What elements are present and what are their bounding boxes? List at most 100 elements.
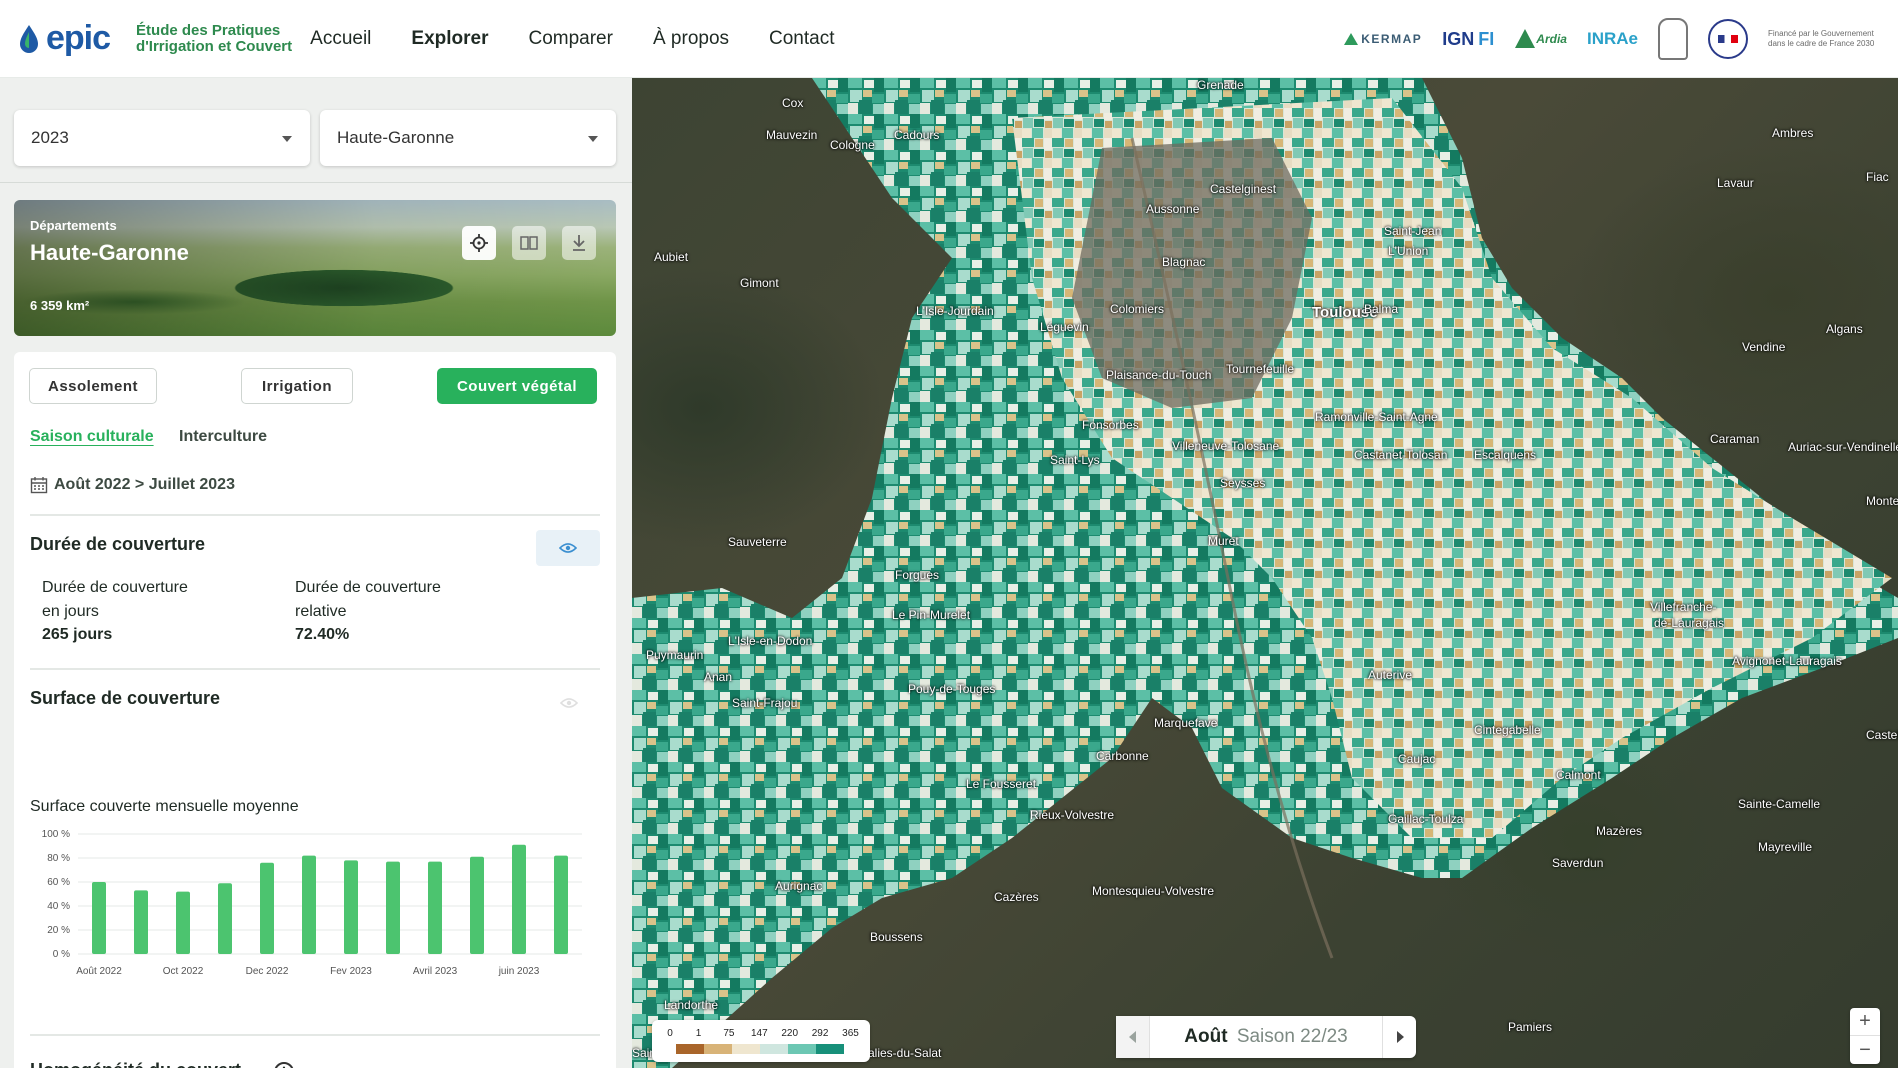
subtab-saison-culturale[interactable]: Saison culturale	[30, 428, 154, 446]
map-place-label: Lavaur	[1717, 176, 1754, 190]
info-book-button[interactable]	[512, 226, 546, 260]
previous-month-button[interactable]	[1116, 1016, 1150, 1058]
map-place-label: Caujac	[1398, 752, 1436, 766]
map-place-label: Castelginest	[1210, 182, 1277, 196]
crosshair-icon	[470, 234, 488, 252]
map-place-label: Auterive	[1368, 668, 1413, 682]
nav-comparer[interactable]: Comparer	[528, 28, 612, 50]
chart-bar[interactable]	[260, 862, 274, 954]
legend-tick: 292	[811, 1028, 829, 1039]
legend-tick: 0	[667, 1028, 673, 1039]
info-icon[interactable]: i	[274, 1062, 294, 1068]
map-place-label: Salies-du-Salat	[860, 1046, 942, 1060]
y-tick-label: 40 %	[47, 901, 70, 912]
map-place-label: L'Isle-Jourdain	[916, 304, 994, 318]
university-seal-logo	[1658, 18, 1688, 60]
map-place-label: Castanet-Tolosan	[1354, 448, 1448, 462]
map-place-label: Sauveterre	[728, 535, 787, 549]
chart-bar[interactable]	[512, 844, 526, 954]
tab-irrigation[interactable]: Irrigation	[241, 368, 353, 404]
epic-logo[interactable]: epic	[18, 19, 111, 58]
chart-bar[interactable]	[344, 860, 358, 954]
download-button[interactable]	[562, 226, 596, 260]
map-place-label: Le Pin-Murelet	[892, 608, 971, 622]
tree-mark-icon	[1515, 29, 1536, 48]
map-place-label: Marquefave	[1154, 716, 1218, 730]
zoom-control: + −	[1850, 1008, 1880, 1064]
eye-icon[interactable]	[560, 1064, 578, 1068]
chart-bar[interactable]	[470, 856, 484, 954]
divider	[0, 182, 632, 183]
year-select[interactable]: 2023	[14, 110, 310, 166]
locate-button[interactable]	[462, 226, 496, 260]
nav-explorer[interactable]: Explorer	[411, 28, 488, 50]
chart-bar[interactable]	[554, 855, 568, 954]
tab-couvert-vegetal[interactable]: Couvert végétal	[437, 368, 597, 404]
map-view[interactable]: Grenade Cox Mauvezin Cologne Cadours Ambres La…	[632, 78, 1898, 1068]
hero-area: 6 359 km²	[30, 298, 90, 313]
funding-line-2: dans le cadre de France 2030	[1768, 39, 1875, 48]
chart-bar[interactable]	[428, 861, 442, 954]
map-place-label: Sainte-Camelle	[1738, 797, 1821, 811]
chevron-right-icon	[1396, 1031, 1404, 1043]
chart-bar[interactable]	[218, 883, 232, 954]
zoom-out-button[interactable]: −	[1850, 1036, 1880, 1064]
map-place-label: Léguevin	[1040, 320, 1089, 334]
map-place-label: Blagnac	[1162, 255, 1206, 269]
map-place-label: Tournefeuille	[1226, 362, 1295, 376]
zoom-in-button[interactable]: +	[1850, 1008, 1880, 1036]
legend-color-swatch	[732, 1044, 760, 1054]
map-place-label: Cadours	[894, 128, 940, 142]
legend-tick: 220	[781, 1028, 799, 1039]
department-select-value: Haute-Garonne	[337, 128, 455, 147]
legend-color-swatch	[676, 1044, 704, 1054]
coverage-map-layer	[632, 78, 1898, 1068]
divider	[30, 668, 600, 670]
map-place-label: Villefranche-	[1650, 600, 1717, 614]
chart-bar[interactable]	[386, 861, 400, 954]
duree-visibility-button[interactable]	[536, 530, 600, 566]
legend-tick: 1	[695, 1028, 702, 1039]
tagline-line-2: d'Irrigation et Couvert	[136, 37, 293, 55]
map-place-label: Villeneuve-Tolosane	[1172, 439, 1280, 453]
nav-contact[interactable]: Contact	[769, 28, 834, 50]
chart-bar[interactable]	[176, 891, 190, 954]
chevron-down-icon	[282, 136, 292, 142]
chart-bar[interactable]	[302, 855, 316, 954]
duree-relative-label: Durée de couverture relative	[295, 579, 441, 620]
book-icon	[520, 236, 538, 250]
legend-tick: 75	[723, 1028, 735, 1039]
map-place-label: Avignonet-Lauragais	[1732, 654, 1842, 668]
nav-accueil[interactable]: Accueil	[310, 28, 371, 50]
hero-title: Haute-Garonne	[30, 240, 189, 265]
map-place-label: Mauvezin	[766, 128, 818, 142]
chart-bar[interactable]	[134, 890, 148, 954]
map-place-label: Castelnaudary	[1866, 728, 1898, 742]
subtab-interculture[interactable]: Interculture	[179, 428, 267, 446]
eye-icon[interactable]	[560, 694, 578, 712]
map-place-label: Muret	[1208, 534, 1239, 548]
legend-color-swatch	[816, 1044, 844, 1054]
department-select[interactable]: Haute-Garonne	[320, 110, 616, 166]
map-place-label: Ramonville-Saint-Agne	[1315, 410, 1438, 424]
seal-icon	[1658, 18, 1688, 60]
nav-a-propos[interactable]: À propos	[653, 28, 729, 50]
chart-bar[interactable]	[92, 882, 106, 954]
ign-fi-text: FI	[1478, 28, 1495, 49]
duree-days-value: 265 jours	[42, 626, 113, 643]
season-month: Août	[1184, 1026, 1228, 1047]
legend-color-swatch	[788, 1044, 816, 1054]
season-year: Saison 22/23	[1236, 1026, 1348, 1047]
map-place-label: Escalquens	[1474, 448, 1537, 462]
map-place-label: L'Isle-en-Dodon	[728, 634, 813, 648]
ign-text: IGN	[1442, 28, 1475, 49]
map-place-label: Cox	[782, 96, 804, 110]
tab-assolement[interactable]: Assolement	[29, 368, 157, 404]
legend-color-ramp	[676, 1044, 844, 1054]
map-place-label: Colomiers	[1110, 302, 1165, 316]
season-label: Août Saison 22/23	[1150, 1026, 1382, 1048]
next-month-button[interactable]	[1382, 1016, 1416, 1058]
france-2030-logo	[1708, 19, 1748, 59]
map-place-label: Auriac-sur-Vendinelle	[1788, 440, 1898, 454]
legend-color-swatch	[760, 1044, 788, 1054]
